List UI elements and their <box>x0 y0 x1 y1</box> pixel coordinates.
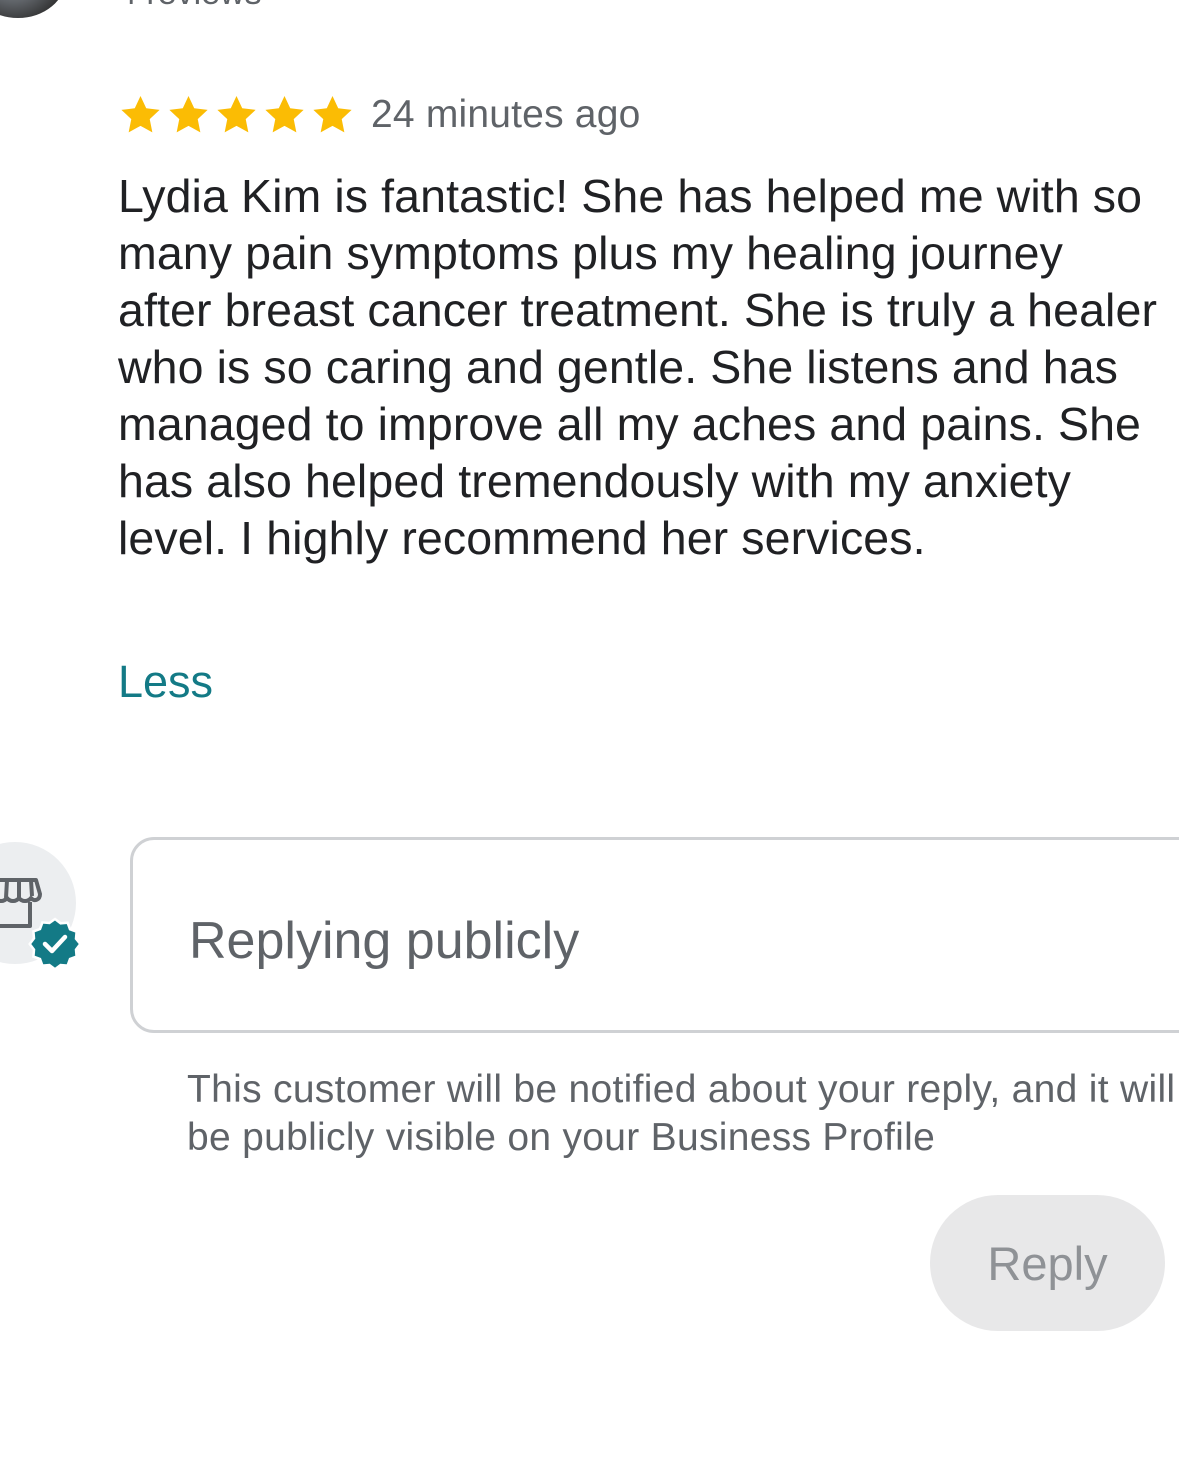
reply-visibility-notice: This customer will be notified about you… <box>187 1068 1176 1159</box>
review-rating-row: 24 minutes ago <box>118 92 640 138</box>
star-icon <box>118 93 163 138</box>
reply-input[interactable]: Replying publicly <box>130 837 1179 1033</box>
star-rating <box>118 93 355 138</box>
reply-placeholder: Replying publicly <box>189 912 580 970</box>
star-icon <box>310 93 355 138</box>
reviewer-avatar[interactable] <box>0 0 66 18</box>
show-less-link[interactable]: Less <box>118 655 213 709</box>
review-text: Lydia Kim is fantastic! She has helped m… <box>118 170 1158 564</box>
reply-button[interactable]: Reply <box>930 1195 1165 1331</box>
star-icon <box>166 93 211 138</box>
verified-check-icon <box>28 916 82 971</box>
star-icon <box>214 93 259 138</box>
reviewer-review-count: 4 reviews <box>118 0 262 10</box>
star-icon <box>262 93 307 138</box>
review-timestamp: 24 minutes ago <box>371 93 641 136</box>
